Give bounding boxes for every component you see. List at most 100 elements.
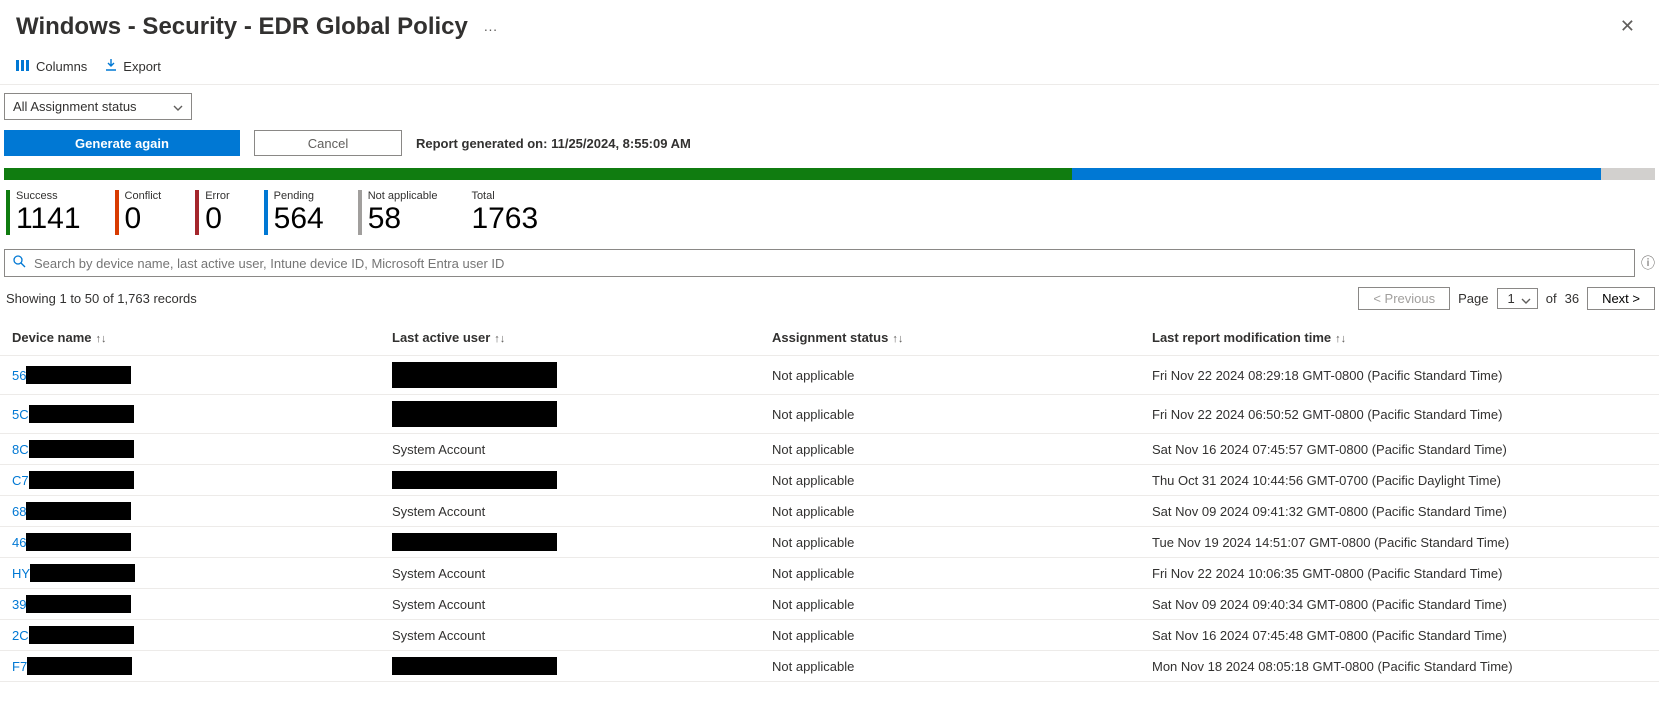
cell-device-name[interactable]: 5C [0, 395, 380, 434]
export-button[interactable]: Export [105, 59, 161, 74]
cell-last-report-time: Sat Nov 16 2024 07:45:57 GMT-0800 (Pacif… [1140, 434, 1659, 465]
page-title-wrap: Windows - Security - EDR Global Policy ·… [16, 13, 497, 41]
search-box[interactable] [4, 249, 1635, 277]
cell-last-active-user: System Account [380, 589, 760, 620]
table-row[interactable]: C7 Not applicableThu Oct 31 2024 10:44:56… [0, 465, 1659, 496]
device-link[interactable]: 46 [12, 535, 26, 550]
cell-last-report-time: Mon Nov 18 2024 08:05:18 GMT-0800 (Pacif… [1140, 651, 1659, 682]
col-header-time-label: Last report modification time [1152, 330, 1331, 345]
cell-device-name[interactable]: C7 [0, 465, 380, 496]
table-row[interactable]: 2CSystem AccountNot applicableSat Nov 16… [0, 620, 1659, 651]
page-header: Windows - Security - EDR Global Policy ·… [0, 0, 1659, 49]
cell-last-active-user: System Account [380, 620, 760, 651]
assignment-status-dropdown[interactable]: All Assignment status [4, 93, 192, 120]
status-progress-bar [4, 168, 1655, 180]
cell-last-active-user: System Account [380, 496, 760, 527]
device-report-table: Device name↑↓ Last active user↑↓ Assignm… [0, 322, 1659, 682]
generate-again-button[interactable]: Generate again [4, 130, 240, 156]
more-actions-icon[interactable]: ··· [483, 21, 497, 37]
cell-last-report-time: Sat Nov 09 2024 09:41:32 GMT-0800 (Pacif… [1140, 496, 1659, 527]
col-header-device-name[interactable]: Device name↑↓ [0, 322, 380, 356]
table-row[interactable]: 39System AccountNot applicableSat Nov 09… [0, 589, 1659, 620]
next-page-button[interactable]: Next > [1587, 287, 1655, 310]
cell-assignment-status: Not applicable [760, 395, 1140, 434]
cell-last-active-user: System Account [380, 558, 760, 589]
page-word: Page [1458, 291, 1488, 306]
stat-error: Error 0 [195, 190, 229, 235]
table-row[interactable]: 46Not applicableTue Nov 19 2024 14:51:07… [0, 527, 1659, 558]
records-showing-text: Showing 1 to 50 of 1,763 records [6, 291, 197, 306]
stat-bar-na [358, 190, 362, 235]
device-link[interactable]: 8C [12, 442, 29, 457]
device-link[interactable]: F7 [12, 659, 27, 674]
columns-icon [16, 59, 30, 74]
pager: < Previous Page 1 of 36 Next > [1358, 287, 1655, 310]
col-header-assign-label: Assignment status [772, 330, 888, 345]
columns-button[interactable]: Columns [16, 59, 87, 74]
device-link[interactable]: HY [12, 566, 30, 581]
filter-row: All Assignment status [0, 85, 1659, 120]
stat-bar-pending [264, 190, 268, 235]
assignment-status-value: All Assignment status [13, 99, 137, 114]
cell-device-name[interactable]: 8C [0, 434, 380, 465]
download-icon [105, 59, 117, 74]
table-row[interactable]: 8CSystem AccountNot applicableSat Nov 16… [0, 434, 1659, 465]
report-generated-timestamp: Report generated on: 11/25/2024, 8:55:09… [416, 136, 691, 151]
device-link[interactable]: 68 [12, 504, 26, 519]
table-row[interactable]: F7Not applicableMon Nov 18 2024 08:05:18… [0, 651, 1659, 682]
stat-error-label: Error [205, 190, 229, 202]
cell-device-name[interactable]: HY [0, 558, 380, 589]
stat-pending-label: Pending [274, 190, 324, 202]
stat-bar-conflict [115, 190, 119, 235]
cell-device-name[interactable]: 68 [0, 496, 380, 527]
cell-device-name[interactable]: 2C [0, 620, 380, 651]
stat-bar-success [6, 190, 10, 235]
pager-row: Showing 1 to 50 of 1,763 records < Previ… [0, 285, 1659, 318]
stat-total-value: 1763 [471, 202, 538, 235]
cell-last-report-time: Sat Nov 09 2024 09:40:34 GMT-0800 (Pacif… [1140, 589, 1659, 620]
device-link[interactable]: 39 [12, 597, 26, 612]
search-input[interactable] [32, 255, 1626, 272]
page-total: 36 [1565, 291, 1579, 306]
close-icon[interactable]: ✕ [1612, 12, 1643, 41]
cancel-button[interactable]: Cancel [254, 130, 402, 156]
page-of-word: of [1546, 291, 1557, 306]
cell-device-name[interactable]: 39 [0, 589, 380, 620]
col-header-assignment-status[interactable]: Assignment status↑↓ [760, 322, 1140, 356]
cell-device-name[interactable]: 46 [0, 527, 380, 558]
device-link[interactable]: 56 [12, 368, 26, 383]
device-link[interactable]: C7 [12, 473, 29, 488]
stat-conflict-value: 0 [125, 202, 162, 235]
device-link[interactable]: 5C [12, 407, 29, 422]
table-row[interactable]: HYSystem AccountNot applicableFri Nov 22… [0, 558, 1659, 589]
table-body: 56Not applicableFri Nov 22 2024 08:29:18… [0, 356, 1659, 682]
redacted-block [392, 401, 557, 427]
info-icon[interactable]: ⓘ [1641, 253, 1655, 273]
cell-assignment-status: Not applicable [760, 496, 1140, 527]
report-ts-label: Report generated on: [416, 136, 547, 151]
stat-na-value: 58 [368, 202, 438, 235]
page-select-dropdown[interactable]: 1 [1497, 288, 1538, 309]
chevron-down-icon [173, 99, 183, 114]
cell-last-report-time: Thu Oct 31 2024 10:44:56 GMT-0700 (Pacif… [1140, 465, 1659, 496]
table-row[interactable]: 68 System AccountNot applicableSat Nov 09… [0, 496, 1659, 527]
columns-label: Columns [36, 59, 87, 74]
progress-segment-pending [1072, 168, 1600, 180]
col-header-last-report-time[interactable]: Last report modification time↑↓ [1140, 322, 1659, 356]
search-icon [13, 255, 26, 271]
redacted-block [392, 657, 557, 675]
col-header-last-active-user[interactable]: Last active user↑↓ [380, 322, 760, 356]
table-row[interactable]: 56Not applicableFri Nov 22 2024 08:29:18… [0, 356, 1659, 395]
table-row[interactable]: 5CNot applicableFri Nov 22 2024 06:50:52… [0, 395, 1659, 434]
cell-assignment-status: Not applicable [760, 465, 1140, 496]
previous-page-button[interactable]: < Previous [1358, 287, 1450, 310]
chevron-down-icon [1521, 292, 1531, 307]
cell-device-name[interactable]: 56 [0, 356, 380, 395]
action-row: Generate again Cancel Report generated o… [0, 120, 1659, 162]
stat-conflict-label: Conflict [125, 190, 162, 202]
redacted-block [392, 533, 557, 551]
device-link[interactable]: 2C [12, 628, 29, 643]
cell-assignment-status: Not applicable [760, 527, 1140, 558]
cell-device-name[interactable]: F7 [0, 651, 380, 682]
redacted-block [26, 595, 131, 613]
